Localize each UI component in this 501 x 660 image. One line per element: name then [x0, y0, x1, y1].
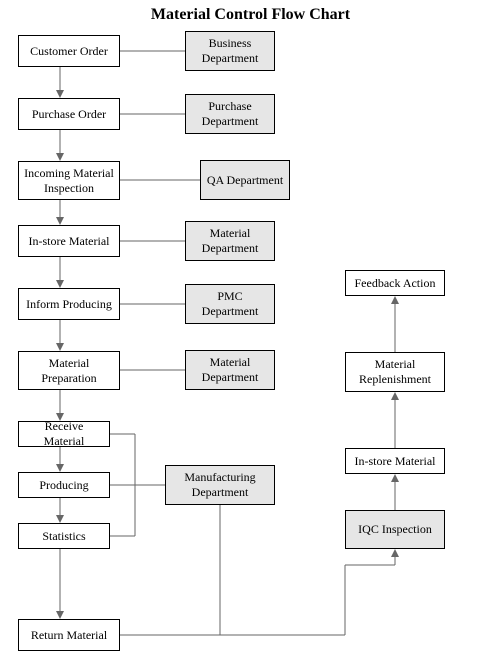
- step-instore-material-r: In-store Material: [345, 448, 445, 474]
- step-iqc-inspection: IQC Inspection: [345, 510, 445, 549]
- dept-pmc: PMC Department: [185, 284, 275, 324]
- dept-manufacturing: Manufacturing Department: [165, 465, 275, 505]
- step-return-material: Return Material: [18, 619, 120, 651]
- dept-business: Business Department: [185, 31, 275, 71]
- step-feedback-action: Feedback Action: [345, 270, 445, 296]
- dept-material-2: Material Department: [185, 350, 275, 390]
- step-producing: Producing: [18, 472, 110, 498]
- step-customer-order: Customer Order: [18, 35, 120, 67]
- step-material-preparation: Material Preparation: [18, 351, 120, 390]
- step-purchase-order: Purchase Order: [18, 98, 120, 130]
- step-material-replenishment: Material Replenishment: [345, 352, 445, 392]
- step-incoming-inspection: Incoming Material Inspection: [18, 161, 120, 200]
- dept-material-1: Material Department: [185, 221, 275, 261]
- flow-chart-page: Material Control Flow Chart: [0, 0, 501, 660]
- step-receive-material: Receive Material: [18, 421, 110, 447]
- dept-qa: QA Department: [200, 160, 290, 200]
- dept-purchase: Purchase Department: [185, 94, 275, 134]
- step-statistics: Statistics: [18, 523, 110, 549]
- step-inform-producing: Inform Producing: [18, 288, 120, 320]
- step-instore-material: In-store Material: [18, 225, 120, 257]
